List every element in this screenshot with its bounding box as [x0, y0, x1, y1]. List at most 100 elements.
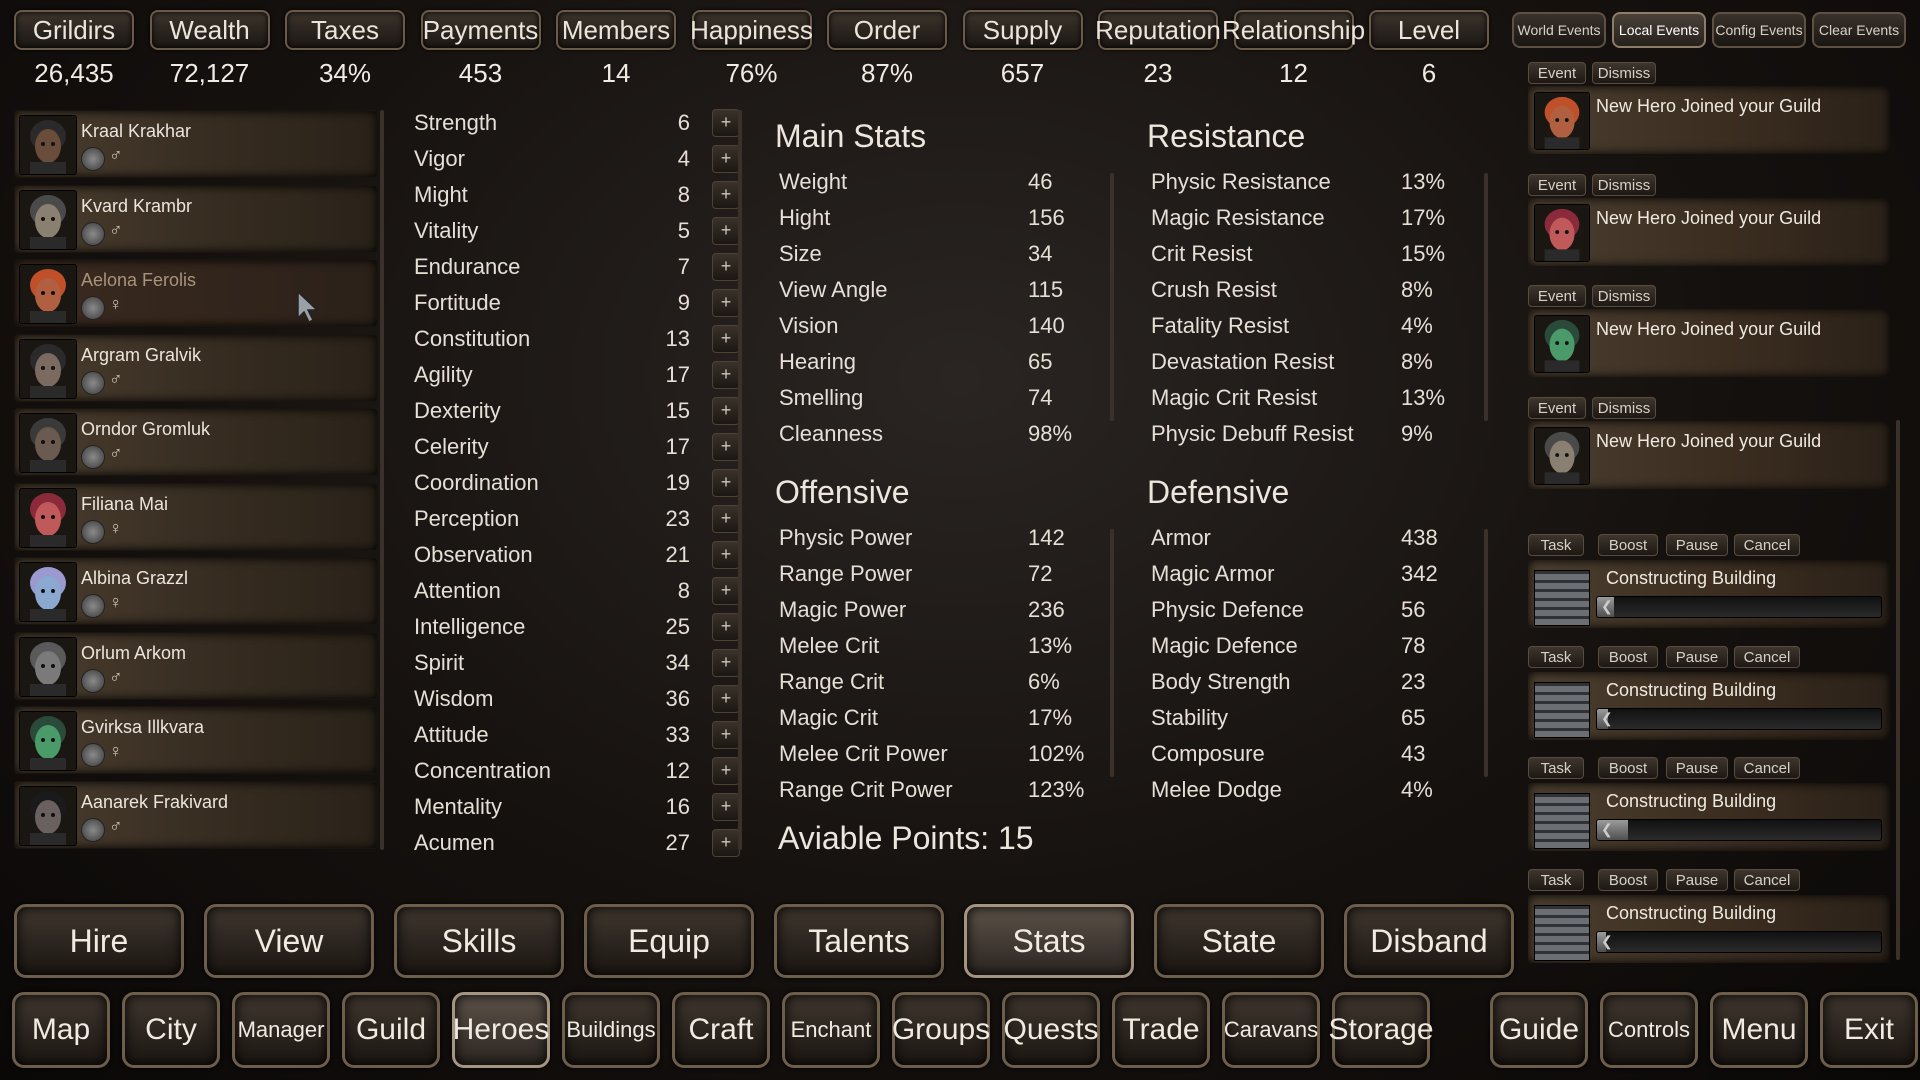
cancel-button[interactable]: Cancel [1734, 645, 1800, 668]
skills-button[interactable]: Skills [394, 904, 564, 978]
event-card[interactable]: New Hero Joined your Guild [1528, 86, 1890, 154]
increase-attribute-button[interactable]: + [712, 109, 740, 137]
resource-label-relationship[interactable]: Relationship [1222, 10, 1365, 50]
nav-city-button[interactable]: City [122, 992, 220, 1068]
event-button[interactable]: Event [1528, 173, 1586, 196]
increase-attribute-button[interactable]: + [712, 289, 740, 317]
increase-attribute-button[interactable]: + [712, 361, 740, 389]
resource-label-reputation[interactable]: Reputation [1095, 10, 1221, 50]
disband-button[interactable]: Disband [1344, 904, 1514, 978]
nav-heroes-button[interactable]: Heroes [452, 992, 550, 1068]
boost-button[interactable]: Boost [1598, 534, 1658, 556]
increase-attribute-button[interactable]: + [712, 181, 740, 209]
hero-card[interactable]: Aelona Ferolis ♀ [14, 259, 378, 327]
boost-button[interactable]: Boost [1598, 757, 1658, 779]
nav-controls-button[interactable]: Controls [1600, 992, 1698, 1068]
boost-button[interactable]: Boost [1598, 868, 1658, 891]
increase-attribute-button[interactable]: + [712, 577, 740, 605]
increase-attribute-button[interactable]: + [712, 217, 740, 245]
view-button[interactable]: View [204, 904, 374, 978]
hero-card[interactable]: Gvirksa Illkvara ♀ [14, 706, 378, 774]
attribute-scrollbar[interactable] [738, 110, 742, 850]
stats-button[interactable]: Stats [964, 904, 1134, 978]
equip-button[interactable]: Equip [584, 904, 754, 978]
increase-attribute-button[interactable]: + [712, 541, 740, 569]
tab-config-events[interactable]: Config Events [1712, 12, 1806, 48]
task-card[interactable]: Constructing Building ❮ [1528, 671, 1890, 740]
nav-enchant-button[interactable]: Enchant [782, 992, 880, 1068]
hero-card[interactable]: Orndor Gromluk ♂ [14, 408, 378, 476]
increase-attribute-button[interactable]: + [712, 613, 740, 641]
nav-guide-button[interactable]: Guide [1490, 992, 1588, 1068]
hero-card[interactable]: Orlum Arkom ♂ [14, 631, 378, 700]
event-card[interactable]: New Hero Joined your Guild [1528, 420, 1890, 489]
nav-guild-button[interactable]: Guild [342, 992, 440, 1068]
resistance-scrollbar[interactable] [1484, 173, 1488, 421]
nav-buildings-button[interactable]: Buildings [562, 992, 660, 1068]
event-card[interactable]: New Hero Joined your Guild [1528, 197, 1890, 266]
dismiss-button[interactable]: Dismiss [1592, 396, 1656, 419]
event-card[interactable]: New Hero Joined your Guild [1528, 309, 1890, 377]
increase-attribute-button[interactable]: + [712, 253, 740, 281]
pause-button[interactable]: Pause [1666, 868, 1728, 891]
nav-caravans-button[interactable]: Caravans [1222, 992, 1320, 1068]
cancel-button[interactable]: Cancel [1734, 534, 1800, 556]
increase-attribute-button[interactable]: + [712, 505, 740, 533]
pause-button[interactable]: Pause [1666, 757, 1728, 779]
resource-label-wealth[interactable]: Wealth [149, 10, 270, 50]
resource-label-supply[interactable]: Supply [962, 10, 1083, 50]
hero-card[interactable]: Kvard Krambr ♂ [14, 184, 378, 253]
increase-attribute-button[interactable]: + [712, 721, 740, 749]
main-stats-scrollbar[interactable] [1110, 173, 1114, 421]
nav-quests-button[interactable]: Quests [1002, 992, 1100, 1068]
nav-exit-button[interactable]: Exit [1820, 992, 1918, 1068]
resource-label-grildirs[interactable]: Grildirs [14, 10, 134, 50]
offensive-scrollbar[interactable] [1110, 529, 1114, 777]
resource-label-level[interactable]: Level [1369, 10, 1489, 50]
increase-attribute-button[interactable]: + [712, 397, 740, 425]
hire-button[interactable]: Hire [14, 904, 184, 978]
nav-menu-button[interactable]: Menu [1710, 992, 1808, 1068]
nav-map-button[interactable]: Map [12, 992, 110, 1068]
nav-storage-button[interactable]: Storage [1328, 992, 1434, 1068]
task-card[interactable]: Constructing Building ❮ [1528, 894, 1890, 963]
increase-attribute-button[interactable]: + [712, 433, 740, 461]
state-button[interactable]: State [1154, 904, 1324, 978]
nav-groups-button[interactable]: Groups [892, 992, 990, 1068]
dismiss-button[interactable]: Dismiss [1592, 173, 1656, 196]
tab-local-events[interactable]: Local Events [1612, 12, 1706, 48]
hero-card[interactable]: Filiana Mai ♀ [14, 482, 378, 551]
nav-manager-button[interactable]: Manager [232, 992, 330, 1068]
cancel-button[interactable]: Cancel [1734, 868, 1800, 891]
increase-attribute-button[interactable]: + [712, 325, 740, 353]
resource-label-payments[interactable]: Payments [420, 10, 541, 50]
event-button[interactable]: Event [1528, 62, 1586, 84]
talents-button[interactable]: Talents [774, 904, 944, 978]
increase-attribute-button[interactable]: + [712, 685, 740, 713]
increase-attribute-button[interactable]: + [712, 469, 740, 497]
task-button[interactable]: Task [1528, 868, 1584, 891]
task-button[interactable]: Task [1528, 645, 1584, 668]
event-panel-scrollbar[interactable] [1896, 420, 1900, 960]
increase-attribute-button[interactable]: + [712, 757, 740, 785]
dismiss-button[interactable]: Dismiss [1592, 285, 1656, 307]
defensive-scrollbar[interactable] [1484, 529, 1488, 777]
task-button[interactable]: Task [1528, 757, 1584, 779]
tab-world-events[interactable]: World Events [1512, 12, 1606, 48]
increase-attribute-button[interactable]: + [712, 649, 740, 677]
task-card[interactable]: Constructing Building ❮ [1528, 560, 1890, 628]
increase-attribute-button[interactable]: + [712, 793, 740, 821]
task-button[interactable]: Task [1528, 534, 1584, 556]
nav-trade-button[interactable]: Trade [1112, 992, 1210, 1068]
tab-clear-events[interactable]: Clear Events [1812, 12, 1906, 48]
dismiss-button[interactable]: Dismiss [1592, 62, 1656, 84]
resource-label-happiness[interactable]: Happiness [690, 10, 813, 50]
boost-button[interactable]: Boost [1598, 645, 1658, 668]
hero-card[interactable]: Albina Grazzl ♀ [14, 557, 378, 625]
cancel-button[interactable]: Cancel [1734, 757, 1800, 779]
resource-label-members[interactable]: Members [556, 10, 676, 50]
nav-craft-button[interactable]: Craft [672, 992, 770, 1068]
resource-label-taxes[interactable]: Taxes [285, 10, 405, 50]
event-button[interactable]: Event [1528, 396, 1586, 419]
increase-attribute-button[interactable]: + [712, 145, 740, 173]
